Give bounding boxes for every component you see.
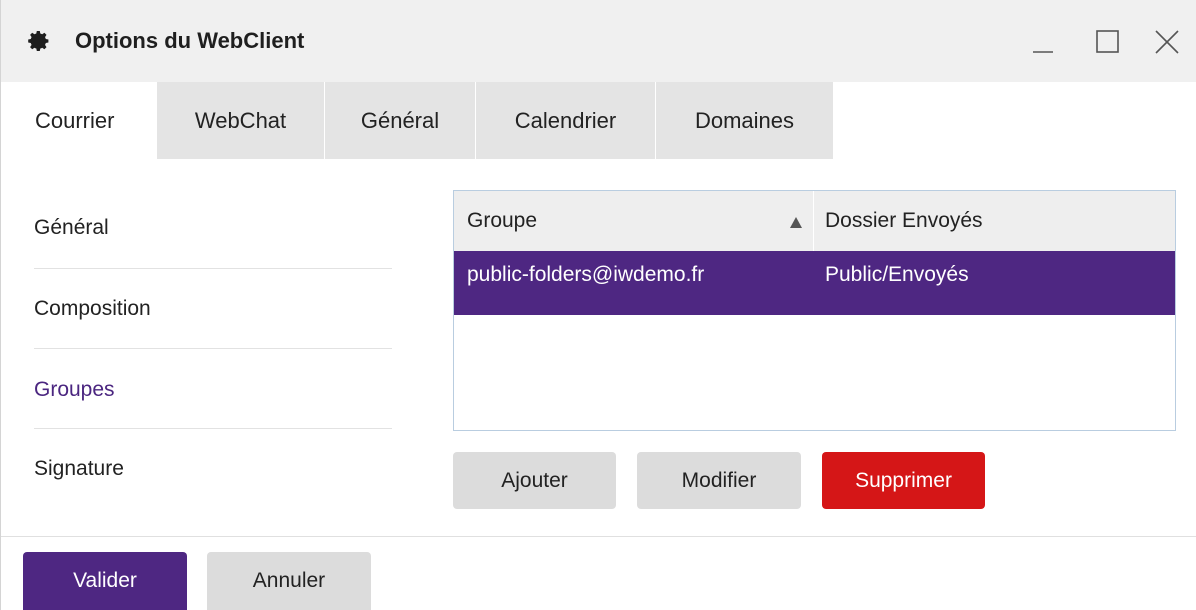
tab-domaines[interactable]: Domaines [655,82,833,159]
column-header-dossier-envoyes[interactable]: Dossier Envoyés [825,191,1165,251]
title-bar: Options du WebClient [1,0,1196,82]
validate-button[interactable]: Valider [23,552,187,610]
cancel-button[interactable]: Annuler [207,552,371,610]
minimize-icon[interactable] [1025,24,1061,60]
close-icon[interactable] [1149,24,1185,60]
table-row[interactable]: public-folders@iwdemo.fr Public/Envoyés [454,251,1175,315]
sidebar-item-general[interactable]: Général [34,216,392,240]
maximize-icon[interactable] [1089,24,1125,60]
sidebar-divider [34,348,392,349]
sidebar-divider [34,428,392,429]
sort-ascending-icon [790,217,802,228]
groups-table: Groupe Dossier Envoyés public-folders@iw… [453,190,1176,431]
column-separator [813,191,814,251]
sidebar-item-groupes[interactable]: Groupes [34,378,392,402]
options-dialog: Options du WebClient Courrier WebChat Gé… [0,0,1196,610]
tab-calendrier[interactable]: Calendrier [475,82,655,159]
add-button[interactable]: Ajouter [453,452,616,509]
delete-button[interactable]: Supprimer [822,452,985,509]
sidebar-item-composition[interactable]: Composition [34,297,392,321]
window-title: Options du WebClient [75,28,305,53]
footer-divider [1,536,1196,537]
column-header-groupe[interactable]: Groupe [467,191,802,251]
tab-webchat[interactable]: WebChat [156,82,324,159]
sidebar-divider [34,268,392,269]
cell-folder: Public/Envoyés [825,263,969,286]
sidebar-item-signature[interactable]: Signature [34,457,392,481]
edit-button[interactable]: Modifier [637,452,801,509]
tab-courrier[interactable]: Courrier [1,82,156,159]
tab-bar: Courrier WebChat Général Calendrier Doma… [1,82,1196,159]
gear-icon [28,31,49,51]
table-header: Groupe Dossier Envoyés [454,191,1175,251]
cell-group: public-folders@iwdemo.fr [467,263,705,286]
tab-general[interactable]: Général [324,82,475,159]
